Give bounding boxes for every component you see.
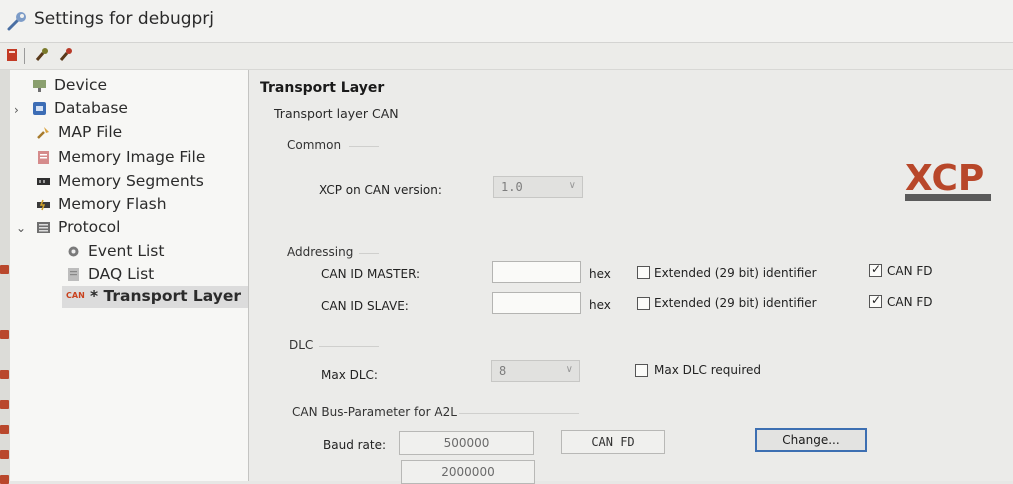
group-divider [349,146,379,147]
xcp-logo: XCP [905,158,991,201]
map-file-icon [37,127,49,139]
page-subtitle: Transport layer CAN [274,106,399,121]
extended-slave-checkbox[interactable] [637,297,650,310]
database-icon [33,102,46,115]
hex-unit-label: hex [589,298,611,312]
event-list-icon [68,246,79,257]
wrench-icon [7,12,26,31]
canfd-slave-label: CAN FD [887,295,933,309]
tree-item-memory-flash[interactable]: Memory Flash [36,194,242,216]
page-title: Transport Layer [260,80,385,96]
daq-list-icon [68,268,79,281]
chevron-down-icon: ∨ [565,364,573,375]
hex-unit-label: hex [589,267,611,281]
memory-segments-icon [37,178,50,185]
can-icon: CAN [66,291,85,300]
settings-tree: Device › Database MAP File Memory Image … [10,70,249,481]
toolbar [0,43,1013,70]
can-id-slave-label: CAN ID SLAVE: [321,299,409,313]
bus-parameter-group-label: CAN Bus-Parameter for A2L [292,405,457,419]
canfd-master-label: CAN FD [887,264,933,278]
can-id-master-label: CAN ID MASTER: [321,267,421,281]
tree-item-event-list[interactable]: Event List [66,241,242,263]
close-book-icon[interactable] [4,47,20,63]
transport-layer-panel: Transport Layer Transport layer CAN XCP … [249,70,1013,484]
tree-item-memory-image-file[interactable]: Memory Image File [36,147,242,169]
can-id-slave-input[interactable] [492,292,581,314]
canfd-master-checkbox[interactable]: ✓ [869,262,882,277]
chevron-down-icon[interactable]: ⌄ [16,221,26,235]
baud-rate-label: Baud rate: [323,438,387,452]
max-dlc-dropdown[interactable]: 8 ∨ [491,360,580,382]
max-dlc-required-label: Max DLC required [654,363,762,377]
tree-item-map-file[interactable]: MAP File [36,122,242,144]
baud-rate-field: 500000 [399,431,534,455]
checkmark-icon: ✓ [871,262,882,276]
tree-item-database[interactable]: Database [32,98,242,120]
group-divider [359,253,379,254]
chevron-right-icon[interactable]: › [14,103,19,117]
dlc-group-label: DLC [289,338,314,352]
memory-flash-icon [37,199,50,211]
can-id-master-input[interactable] [492,261,581,283]
protocol-icon [37,222,50,233]
extended-slave-label: Extended (29 bit) identifier [654,296,817,310]
tree-item-transport-layer[interactable]: CAN * Transport Layer [62,286,248,308]
tree-item-device[interactable]: Device [32,75,242,97]
group-divider [459,413,579,414]
tree-item-daq-list[interactable]: DAQ List [66,264,242,286]
group-divider [319,346,379,347]
addressing-group-label: Addressing [287,245,354,259]
window-title: Settings for debugprj [34,9,215,29]
brush-red-icon[interactable] [58,47,74,63]
brush-icon[interactable] [34,47,50,63]
common-group-label: Common [287,138,342,152]
canfd-slave-checkbox[interactable]: ✓ [869,293,882,308]
chevron-down-icon: ∨ [568,180,576,191]
extended-master-label: Extended (29 bit) identifier [654,266,817,280]
extended-master-checkbox[interactable] [637,266,650,279]
tree-item-protocol[interactable]: Protocol [36,217,242,239]
checkmark-icon: ✓ [871,293,882,307]
xcp-logo-text: XCP [905,158,984,199]
can-mode-field: CAN FD [561,430,665,454]
max-dlc-required-checkbox[interactable] [635,364,648,377]
data-baud-rate-field: 2000000 [401,460,535,484]
background-window-edge [0,70,10,484]
toolbar-separator [24,48,25,64]
device-icon [33,80,46,92]
memory-image-icon [38,151,49,164]
max-dlc-label: Max DLC: [321,368,378,382]
xcp-version-label: XCP on CAN version: [319,183,442,197]
title-bar: Settings for debugprj [0,0,1013,43]
tree-item-memory-segments[interactable]: Memory Segments [36,171,242,193]
change-button[interactable]: Change... [755,428,867,452]
xcp-version-dropdown[interactable]: 1.0 ∨ [493,176,583,198]
